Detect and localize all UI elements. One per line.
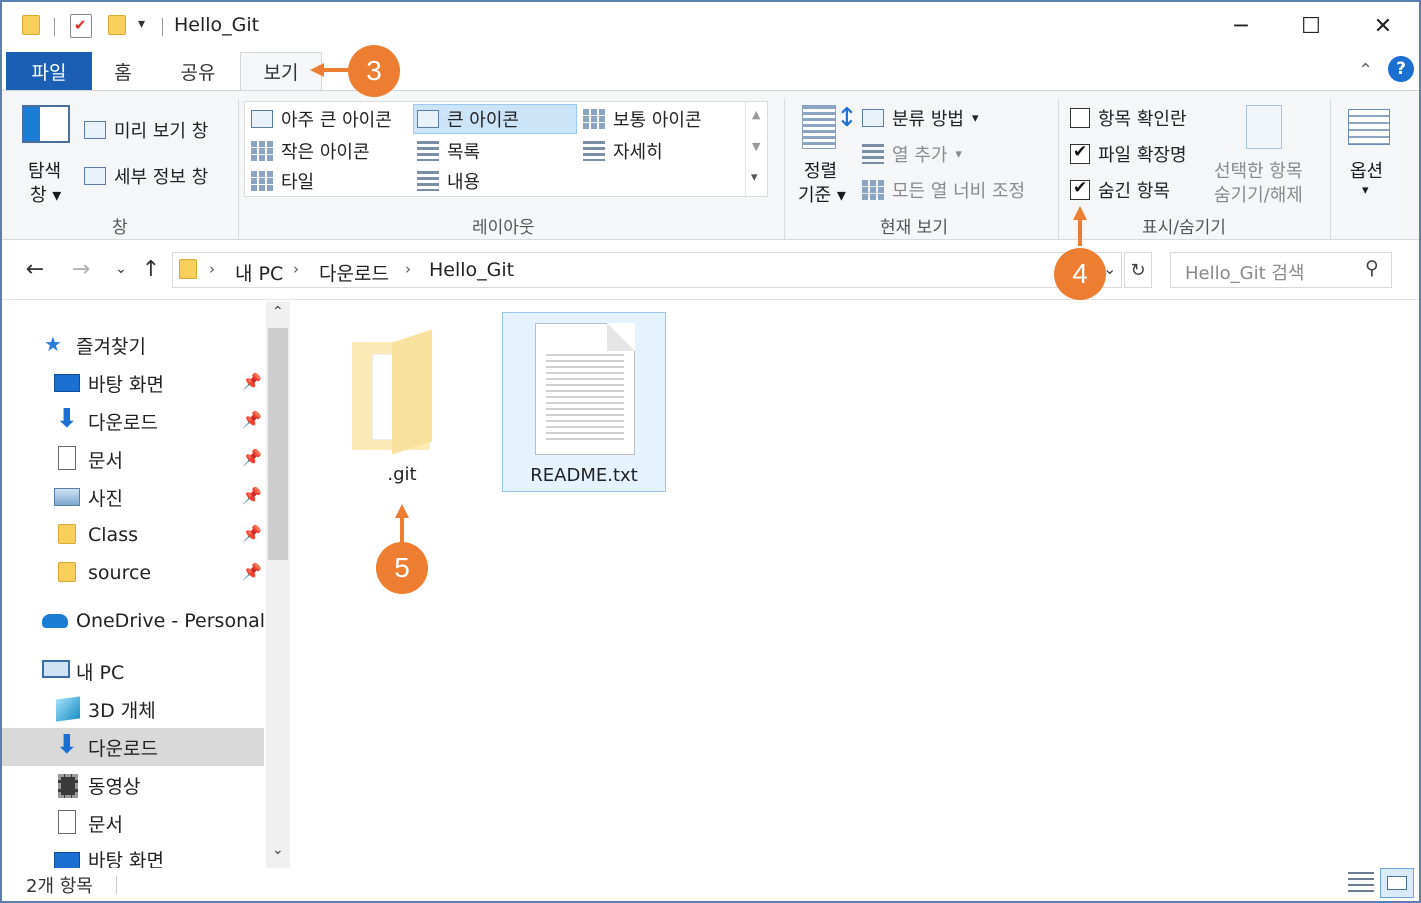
callout-4: 4 <box>1054 248 1106 300</box>
annotation-layer <box>310 63 1087 542</box>
callout-5: 5 <box>376 542 428 594</box>
explorer-window: ✔ ▾ Hello_Git ─ ☐ ✕ 파일 홈 공유 보기 ⌃ ? 탐색 창 … <box>0 0 1421 903</box>
callout-3: 3 <box>348 45 400 97</box>
